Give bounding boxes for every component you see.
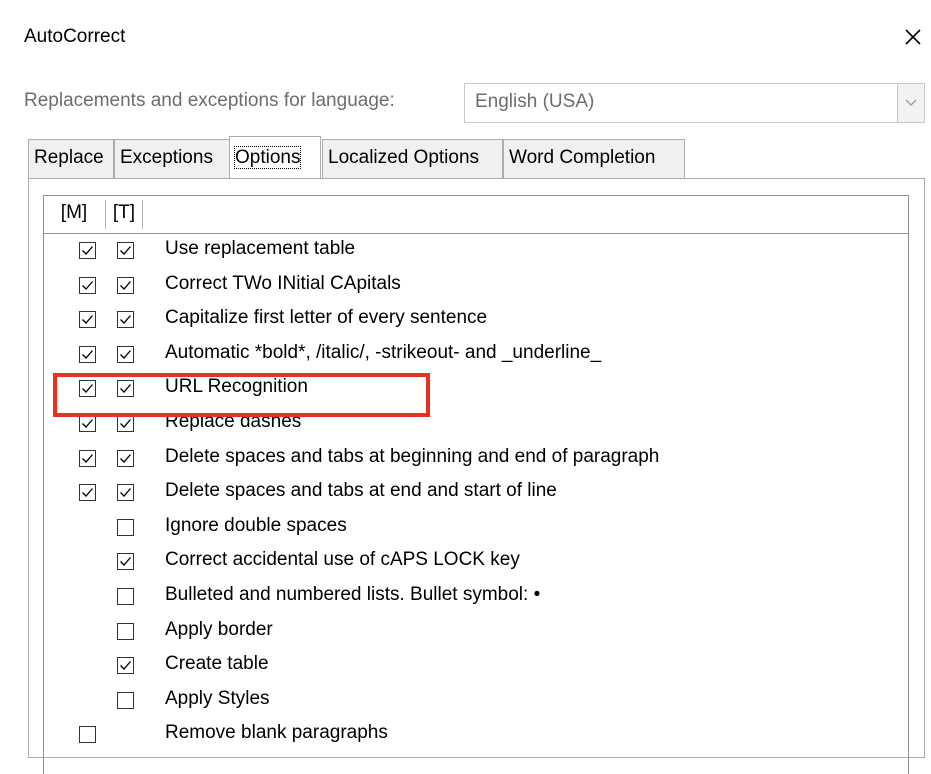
column-header-t[interactable]: [T] bbox=[106, 196, 142, 233]
checkmark-icon bbox=[120, 280, 131, 290]
option-label: Apply border bbox=[165, 618, 273, 640]
option-label: Use replacement table bbox=[165, 238, 356, 259]
option-label: Capitalize first letter of every sentenc… bbox=[165, 307, 488, 329]
chevron-down-icon bbox=[905, 99, 917, 106]
option-checkbox-t[interactable] bbox=[117, 691, 134, 709]
checkmark-icon bbox=[120, 661, 131, 671]
tab-word-completion[interactable]: Word Completion bbox=[503, 139, 685, 178]
option-row[interactable]: Apply Styles bbox=[29, 684, 924, 718]
option-row[interactable]: Capitalize first letter of every sentenc… bbox=[29, 303, 924, 337]
option-row[interactable]: Delete spaces and tabs at end and start … bbox=[29, 476, 924, 510]
option-checkbox-m[interactable] bbox=[79, 311, 96, 329]
option-checkbox-m[interactable] bbox=[79, 484, 96, 502]
option-label: Delete spaces and tabs at end and start … bbox=[165, 480, 557, 502]
tab-word-completion-label: Word Completion bbox=[509, 147, 656, 168]
language-select-value: English (USA) bbox=[475, 91, 595, 112]
option-checkbox-m[interactable] bbox=[79, 726, 96, 744]
tab-localized-options[interactable]: Localized Options bbox=[322, 139, 503, 178]
option-checkbox-t[interactable] bbox=[117, 484, 134, 502]
option-row[interactable]: Create table bbox=[29, 649, 924, 683]
option-checkbox-m[interactable] bbox=[79, 276, 96, 294]
tab-options-label: Options bbox=[233, 146, 302, 169]
option-checkbox-m[interactable] bbox=[79, 345, 96, 363]
option-checkbox-t[interactable] bbox=[117, 311, 134, 329]
option-row[interactable]: Delete spaces and tabs at beginning and … bbox=[29, 442, 924, 476]
option-checkbox-t[interactable] bbox=[117, 345, 134, 363]
tab-exceptions[interactable]: Exceptions bbox=[114, 139, 231, 178]
option-checkbox-t[interactable] bbox=[117, 276, 134, 294]
option-checkbox-t[interactable] bbox=[117, 657, 134, 675]
option-checkbox-t[interactable] bbox=[117, 588, 134, 605]
option-row[interactable]: Apply border bbox=[29, 615, 924, 649]
tab-localized-options-label: Localized Options bbox=[328, 147, 480, 168]
dialog-title: AutoCorrect bbox=[24, 26, 126, 47]
checkmark-icon bbox=[82, 453, 93, 463]
checkmark-icon bbox=[120, 453, 131, 463]
checkmark-icon bbox=[82, 488, 93, 498]
option-checkbox-t[interactable] bbox=[117, 553, 134, 571]
checkmark-icon bbox=[82, 280, 93, 290]
option-label: Delete spaces and tabs at beginning and … bbox=[165, 445, 660, 467]
checkmark-icon bbox=[82, 315, 93, 325]
checkmark-icon bbox=[120, 488, 131, 498]
checkmark-icon bbox=[120, 315, 131, 325]
option-row[interactable]: Bulleted and numbered lists. Bullet symb… bbox=[29, 580, 924, 614]
option-checkbox-m[interactable] bbox=[79, 415, 96, 432]
option-checkbox-t[interactable] bbox=[117, 518, 134, 536]
option-checkbox-t[interactable] bbox=[117, 449, 134, 467]
language-dropdown-button[interactable] bbox=[897, 84, 924, 122]
option-label: Bulleted and numbered lists. Bullet symb… bbox=[165, 584, 541, 605]
checkmark-icon bbox=[120, 557, 131, 567]
language-label: Replacements and exceptions for language… bbox=[24, 90, 395, 112]
close-icon[interactable] bbox=[896, 20, 928, 52]
option-checkbox-m[interactable] bbox=[79, 449, 96, 467]
checkmark-icon bbox=[120, 419, 131, 428]
option-checkbox-t[interactable] bbox=[117, 242, 134, 259]
option-row[interactable]: Ignore double spaces bbox=[29, 511, 924, 545]
checkmark-icon bbox=[82, 419, 93, 428]
language-select[interactable]: English (USA) bbox=[464, 83, 925, 123]
options-table-header: [M] [T] bbox=[43, 195, 909, 234]
tab-exceptions-label: Exceptions bbox=[120, 147, 213, 168]
option-label: Apply Styles bbox=[165, 687, 270, 709]
option-label: Remove blank paragraphs bbox=[165, 722, 388, 744]
column-header-m[interactable]: [M] bbox=[44, 196, 104, 233]
options-panel: [M] [T] Use replacement table Correct TWo… bbox=[28, 178, 925, 774]
checkmark-icon bbox=[82, 349, 93, 359]
option-row[interactable]: Use replacement table bbox=[29, 234, 924, 268]
checkmark-icon bbox=[120, 246, 131, 255]
tab-replace-label: Replace bbox=[34, 147, 104, 168]
option-checkbox-m[interactable] bbox=[79, 242, 96, 259]
checkmark-icon bbox=[120, 349, 131, 359]
tab-replace[interactable]: Replace bbox=[28, 139, 114, 178]
option-row[interactable]: Correct TWo INitial CApitals bbox=[29, 269, 924, 303]
url-recognition-highlight bbox=[53, 373, 430, 417]
option-label: Correct accidental use of cAPS LOCK key bbox=[165, 549, 520, 571]
option-checkbox-t[interactable] bbox=[117, 415, 134, 432]
option-label: Ignore double spaces bbox=[165, 514, 347, 536]
tab-options[interactable]: Options bbox=[229, 136, 321, 179]
option-label: Automatic *bold*, /italic/, -strikeout- … bbox=[165, 341, 602, 363]
option-label: Correct TWo INitial CApitals bbox=[165, 272, 401, 294]
checkmark-icon bbox=[82, 246, 93, 255]
option-label: Create table bbox=[165, 653, 269, 675]
language-label-text: Replacements and exceptions for language… bbox=[24, 90, 395, 111]
option-row[interactable]: Automatic *bold*, /italic/, -strikeout- … bbox=[29, 338, 924, 372]
option-row[interactable]: Remove blank paragraphs bbox=[29, 718, 924, 752]
option-checkbox-t[interactable] bbox=[117, 622, 134, 640]
option-row[interactable]: Correct accidental use of cAPS LOCK key bbox=[29, 545, 924, 579]
